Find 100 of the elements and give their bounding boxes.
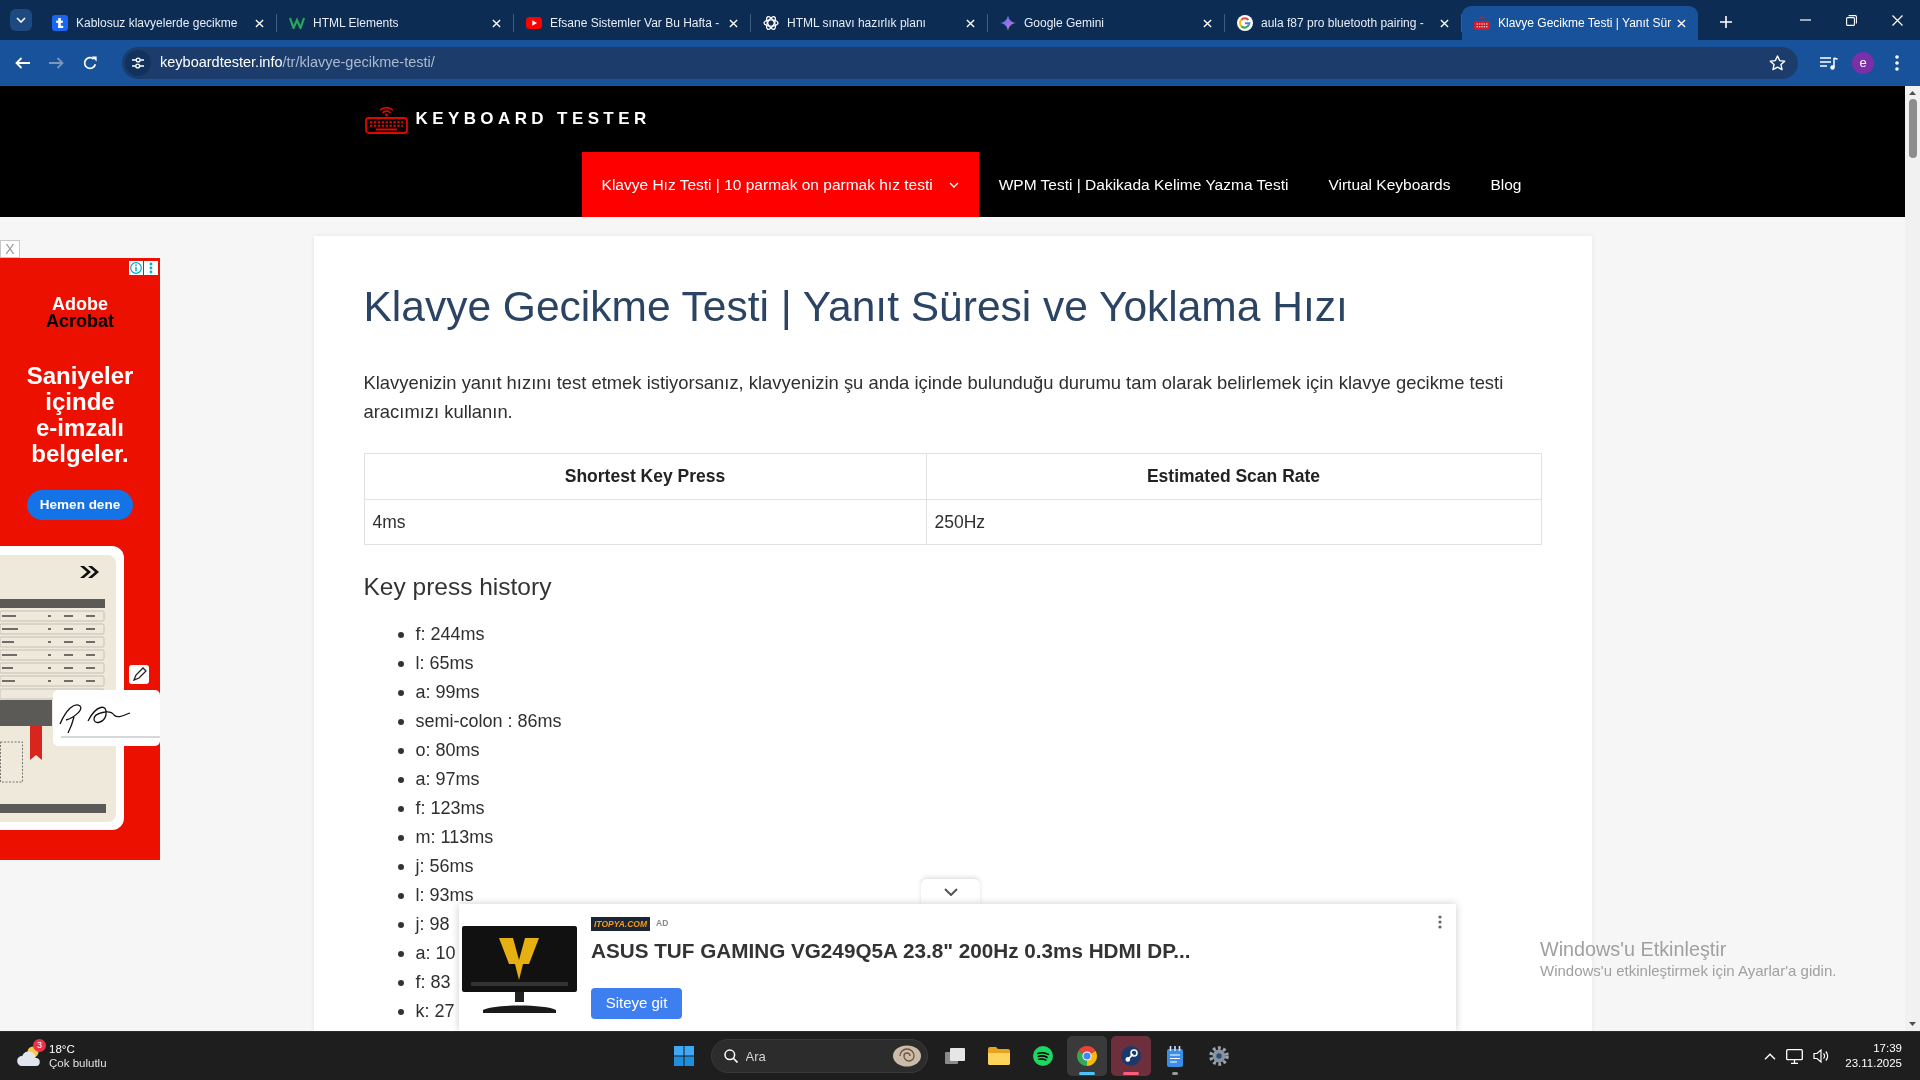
- intro-paragraph: Klavyenizin yanıt hızını test etmek istiyorsanız, klavyenizin şu anda içinde bulunduğu durumu tam olarak belirlemek için klavye gecikme testi aracımızı kullanın.: [363, 371, 1505, 424]
- history-item: j: 56ms: [415, 855, 474, 878]
- stacked-windows-icon: [944, 1047, 965, 1065]
- bullet-icon: [397, 863, 404, 870]
- bullet-icon: [397, 747, 404, 754]
- w-mark-icon: [289, 17, 305, 29]
- g-ring-icon: [1237, 15, 1253, 31]
- notification-badge: 3: [33, 1039, 46, 1052]
- page-title: Klavye Gecikme Testi | Yanıt Süresi ve Yoklama Hızı: [363, 282, 1349, 332]
- new-tab-icon[interactable]: [1720, 16, 1732, 28]
- nav-link[interactable]: Klavye Hız Testi | 10 parmak on parmak hız testi: [581, 152, 979, 217]
- four-squares-icon: [673, 1046, 694, 1066]
- running-indicator: [1171, 1072, 1178, 1075]
- brand-name: Acrobat: [46, 313, 114, 330]
- more-icon[interactable]: [1438, 915, 1442, 929]
- bullet-icon: [397, 631, 404, 638]
- nav-link[interactable]: Virtual Keyboards: [1308, 152, 1471, 217]
- scrollbar[interactable]: [1905, 86, 1920, 1031]
- speaker-icon[interactable]: [1813, 1049, 1830, 1063]
- close-icon[interactable]: [966, 18, 975, 28]
- scrollbar-thumb[interactable]: [1908, 99, 1917, 158]
- history-item: k: 27: [415, 1000, 455, 1023]
- collapse-ad-button[interactable]: [921, 879, 980, 905]
- address-bar[interactable]: keyboardtester.info/tr/klavye-gecikme-testi/: [122, 47, 1798, 79]
- reload-icon[interactable]: [83, 56, 97, 70]
- tab-search-button[interactable]: [10, 9, 32, 31]
- activation-hint: Windows'u etkinleştirmek için Ayarlar'a gidin.: [1540, 962, 1837, 980]
- browser-tab[interactable]: aula f87 pro bluetooth pairing -: [1225, 6, 1461, 40]
- menu-icon[interactable]: [1895, 55, 1899, 71]
- scroll-up-icon[interactable]: [1909, 91, 1916, 95]
- keyboard-icon: [1474, 16, 1490, 30]
- close-icon[interactable]: [1677, 18, 1686, 28]
- bullet-icon: [397, 805, 404, 812]
- browser-tab[interactable]: HTML sınavı hazırlık planı: [751, 6, 987, 40]
- close-icon[interactable]: [492, 18, 501, 28]
- search-icon: [723, 1049, 738, 1063]
- ad-title[interactable]: ASUS TUF GAMING VG249Q5A 23.8" 200Hz 0.3ms HDMI DP...: [591, 939, 1191, 963]
- clock-date: 23.11.2025: [1845, 1056, 1902, 1071]
- table-cell: 4ms: [364, 499, 926, 545]
- bullet-icon: [397, 834, 404, 841]
- taskbar-button[interactable]: [1110, 1036, 1151, 1076]
- running-indicator: [1122, 1072, 1139, 1075]
- close-icon[interactable]: [255, 18, 264, 28]
- keyboard-wifi-icon[interactable]: [364, 104, 408, 134]
- back-icon[interactable]: [14, 57, 30, 69]
- pen-icon: [129, 665, 149, 684]
- search-field[interactable]: Ara: [710, 1039, 928, 1073]
- history-item: f: 123ms: [415, 797, 485, 820]
- close-icon[interactable]: [1440, 18, 1449, 28]
- visit-site-button[interactable]: Siteye git: [591, 988, 682, 1019]
- more-icon[interactable]: [144, 261, 158, 275]
- close-icon[interactable]: [1203, 18, 1212, 28]
- history-item: l: 65ms: [415, 652, 474, 675]
- media-controls-icon[interactable]: [1820, 56, 1838, 70]
- bullet-icon: [397, 979, 404, 986]
- browser-tab[interactable]: Kablosuz klavyelerde gecikme: [40, 6, 276, 40]
- url-text: keyboardtester.info/tr/klavye-gecikme-testi/: [160, 53, 436, 73]
- browser-tab[interactable]: Efsane Sistemler Var Bu Hafta -: [514, 6, 750, 40]
- profile-avatar[interactable]: e: [1852, 52, 1874, 74]
- close-icon[interactable]: [729, 18, 738, 28]
- weather-condition: Çok bulutlu: [49, 1056, 107, 1070]
- browser-tab[interactable]: HTML Elements: [277, 6, 513, 40]
- bullet-icon: [397, 892, 404, 899]
- history-item: o: 80ms: [415, 739, 480, 762]
- bullet-icon: [397, 1008, 404, 1015]
- ad-cta-button[interactable]: Hemen dene: [27, 490, 133, 520]
- bullet-icon: [397, 718, 404, 725]
- ad-label: AD: [656, 917, 669, 930]
- table-cell: 250Hz: [926, 499, 1541, 545]
- history-item: m: 113ms: [415, 826, 494, 849]
- scroll-down-icon[interactable]: [1909, 1022, 1916, 1026]
- segmented-ring-icon: [1076, 1046, 1097, 1066]
- ad-headline: Saniyeler içinde e-imzalı belgeler.: [25, 363, 135, 467]
- site-logo-text[interactable]: KEYBOARD TESTER: [415, 106, 651, 132]
- browser-tab[interactable]: Klavye Gecikme Testi | Yanıt Sür: [1462, 6, 1698, 40]
- site-settings-icon[interactable]: [125, 50, 151, 76]
- activation-title: Windows'u Etkinleştir: [1540, 937, 1728, 961]
- restore-icon[interactable]: [1845, 14, 1857, 26]
- bookmark-star-icon[interactable]: [1769, 55, 1786, 71]
- close-icon[interactable]: [1891, 14, 1903, 26]
- knot-icon: [763, 15, 779, 31]
- chevron-up-icon[interactable]: [1764, 1052, 1777, 1060]
- chevron-down-icon[interactable]: [943, 888, 958, 896]
- taskbar-button[interactable]: [1066, 1036, 1107, 1076]
- minimize-icon[interactable]: [1799, 19, 1811, 21]
- browser-tab[interactable]: Google Gemini: [988, 6, 1224, 40]
- info-icon[interactable]: [129, 261, 143, 275]
- bullet-icon: [397, 950, 404, 957]
- bullet-icon: [397, 776, 404, 783]
- clock-time: 17:39: [1872, 1041, 1902, 1056]
- bullet-icon: [397, 921, 404, 928]
- nav-link[interactable]: Blog: [1470, 152, 1542, 217]
- table-header-cell: Shortest Key Press: [364, 453, 926, 500]
- chevron-down-icon: [16, 17, 26, 23]
- advertiser-logo: ITOPYA.COM: [591, 916, 651, 931]
- monitor-icon[interactable]: [1786, 1048, 1804, 1064]
- nav-link[interactable]: WPM Testi | Dakikada Kelime Yazma Testi: [978, 152, 1309, 217]
- bullet-icon: [397, 689, 404, 696]
- folder-icon: [987, 1047, 1010, 1065]
- table-header-cell: Estimated Scan Rate: [926, 453, 1541, 500]
